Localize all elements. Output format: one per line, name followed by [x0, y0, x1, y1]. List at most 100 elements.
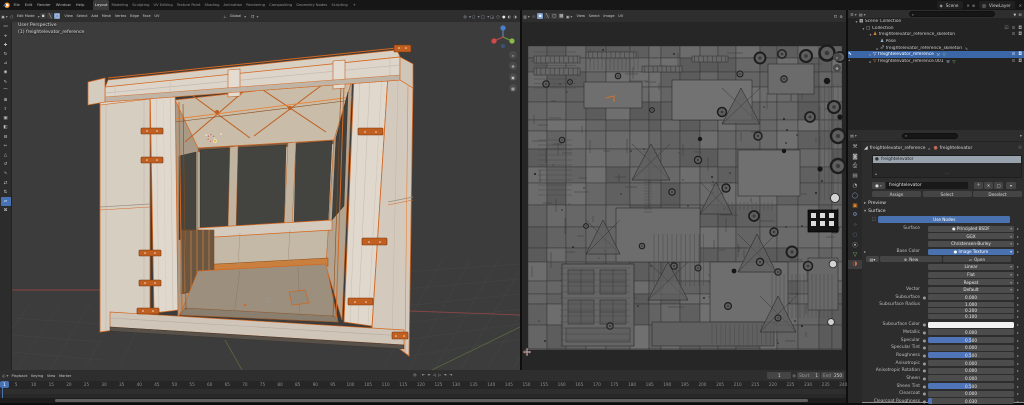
properties-tab-view-layer[interactable]: ▤: [848, 171, 862, 181]
tool-extrude-icon[interactable]: ⇧: [1, 105, 11, 114]
specular-slider[interactable]: 0.500: [928, 337, 1014, 343]
viewport-menu-uv[interactable]: UV: [153, 14, 162, 18]
decorator-arrow-icon[interactable]: ▸: [1017, 322, 1019, 327]
mode-dropdown[interactable]: Edit Mode: [15, 14, 37, 18]
timeline-menu-playback[interactable]: Playback: [10, 374, 30, 378]
timeline-ruler[interactable]: 5101520253035404550556065707580859095100…: [0, 381, 846, 389]
eye-icon[interactable]: ⊙: [1012, 59, 1016, 64]
auto-keying-icon[interactable]: ◎: [412, 372, 418, 377]
properties-tab-scene[interactable]: ◔: [848, 181, 862, 191]
tool-poly-build-icon[interactable]: △: [1, 151, 11, 160]
uv-select-face-button[interactable]: ▢: [551, 13, 557, 20]
properties-tab-world[interactable]: ◯: [848, 191, 862, 201]
browse-material-icon[interactable]: ●▾: [872, 182, 885, 189]
properties-tab-object[interactable]: ▣: [848, 201, 862, 211]
tool-bevel-icon[interactable]: ◧: [1, 124, 11, 133]
linear-dropdown[interactable]: Linear▾: [928, 264, 1014, 270]
animate-dot-icon[interactable]: ●: [923, 345, 927, 350]
fake-user-button[interactable]: ▢: [994, 182, 1003, 189]
navigation-gizmo[interactable]: [490, 24, 516, 50]
snapping-toggle-icon[interactable]: ◻: [471, 14, 477, 19]
tool-measure-icon[interactable]: ⌒: [1, 87, 11, 96]
tool-rotate-icon[interactable]: ↻: [1, 50, 11, 59]
animate-dot-icon[interactable]: ●: [923, 384, 927, 389]
pan-hand-icon[interactable]: ✥: [509, 62, 517, 70]
tool-cursor-icon[interactable]: ⌖: [1, 32, 11, 41]
unlink-material-button[interactable]: ✕: [984, 182, 993, 189]
eye-icon[interactable]: ⊙: [1012, 52, 1016, 57]
properties-tab-material[interactable]: ◑: [848, 260, 862, 270]
decorator-arrow-icon[interactable]: ▸: [1017, 384, 1019, 389]
tab-scripting[interactable]: Scripting: [329, 0, 349, 10]
snap-magnet-icon[interactable]: ℧: [250, 14, 255, 19]
slot-filter-toggle-icon[interactable]: ▴: [875, 171, 877, 176]
outliner-row-freightelevator-reference-skeleton[interactable]: ▸♐freightelevator_reference_skeleton∿: [848, 45, 1024, 52]
deselect-button[interactable]: Deselect: [973, 191, 1022, 197]
decorator-arrow-icon[interactable]: ▸: [1017, 338, 1019, 343]
outliner-display-mode-icon[interactable]: ▤▾: [858, 12, 867, 17]
tab-rendering[interactable]: Rendering: [244, 0, 267, 10]
uv-pan-icon[interactable]: ✥: [833, 64, 841, 72]
camera-icon[interactable]: ◘: [1018, 52, 1022, 57]
tab-compositing[interactable]: Compositing: [267, 0, 294, 10]
tab-uv-editing[interactable]: UV Editing: [151, 0, 174, 10]
uv-sticky-icon[interactable]: ▣▾: [565, 14, 574, 19]
subsurface-color-swatch[interactable]: [928, 322, 1014, 328]
tab-texture-paint[interactable]: Texture Paint: [175, 0, 203, 10]
viewport-menu-mesh[interactable]: Mesh: [100, 14, 113, 18]
subsurface-radius-value-2[interactable]: 0.100: [928, 314, 1014, 319]
properties-tab-tool[interactable]: ⚒: [848, 142, 862, 152]
flat-dropdown[interactable]: Flat▾: [928, 272, 1014, 278]
default-dropdown[interactable]: Default▾: [928, 287, 1014, 293]
decorator-arrow-icon[interactable]: ▸: [1017, 330, 1019, 335]
uv-zoom-in-icon[interactable]: ⌕: [833, 53, 841, 61]
camera-view-icon[interactable]: ▣: [509, 73, 517, 81]
tool-spin-icon[interactable]: ↺: [1, 160, 11, 169]
eye-icon[interactable]: ⊙: [1012, 26, 1016, 31]
anisotropic-rotation-slider[interactable]: 0.000: [928, 368, 1014, 374]
properties-tab-modifiers[interactable]: ⚙: [848, 211, 862, 221]
decorator-arrow-icon[interactable]: ▸: [1017, 264, 1019, 269]
sheen-tint-slider[interactable]: 0.500: [928, 383, 1014, 389]
decorator-arrow-icon[interactable]: ▸: [1017, 302, 1019, 307]
jump-to-end-icon[interactable]: ⇥: [448, 372, 454, 377]
unlink-view-layer-icon[interactable]: ✕: [1019, 3, 1022, 8]
viewport-menu-select[interactable]: Select: [75, 14, 90, 18]
animate-dot-icon[interactable]: ●: [923, 391, 927, 396]
sheen-slider[interactable]: 0.000: [928, 375, 1014, 381]
decorator-arrow-icon[interactable]: ▸: [1017, 249, 1019, 254]
animate-dot-icon[interactable]: ●: [923, 330, 927, 335]
select-mode-edge-button[interactable]: ╲: [47, 13, 53, 20]
menu-edit[interactable]: Edit: [22, 0, 34, 10]
tool-edge-slide-icon[interactable]: ⇄: [1, 179, 11, 188]
decorator-arrow-icon[interactable]: ▸: [1017, 368, 1019, 373]
decorator-arrow-icon[interactable]: ▸: [1017, 226, 1019, 231]
tool-scale-icon[interactable]: ⊿: [1, 59, 11, 68]
select-mode-vertex-button[interactable]: ▪: [40, 13, 46, 20]
outliner-row-pose[interactable]: ♟Pose: [848, 38, 1024, 45]
clearcoat-roughness-slider[interactable]: 0.030: [928, 398, 1014, 404]
uv-editor-type-icon[interactable]: ▥▾: [522, 14, 531, 19]
outliner-row-freightelevator-reference[interactable]: ⬉▸▽freightelevator_reference⚒▽⊙◘: [848, 51, 1024, 58]
animate-dot-icon[interactable]: ●: [923, 376, 927, 381]
shading-rendered-icon[interactable]: ◑: [512, 14, 518, 19]
tool-add-cube-icon[interactable]: ⊞: [1, 96, 11, 105]
tool-inset-icon[interactable]: ▣: [1, 114, 11, 123]
outliner-row-scene-collection[interactable]: ▾▦Scene Collection: [848, 19, 1024, 26]
properties-editor-icon[interactable]: ▤▾: [849, 133, 858, 138]
use-nodes-button[interactable]: Use Nodes: [878, 216, 1010, 222]
subsurface-radius-value-0[interactable]: 1.000: [928, 302, 1014, 307]
uv-menu-view[interactable]: View: [575, 14, 587, 18]
decorator-arrow-icon[interactable]: ▸: [1017, 376, 1019, 381]
decorator-arrow-icon[interactable]: ▸: [1017, 391, 1019, 396]
uv-options-icon[interactable]: ⚙: [838, 14, 844, 19]
perspective-toggle-icon[interactable]: ▦: [509, 84, 517, 92]
tab-sculpting[interactable]: Sculpting: [130, 0, 151, 10]
tool-knife-icon[interactable]: ✂: [1, 142, 11, 151]
camera-icon[interactable]: ◘: [1018, 26, 1022, 31]
christensen-burley-dropdown[interactable]: Christensen-Burley▾: [928, 241, 1014, 247]
outliner-row-freightelevator-reference-skeleton[interactable]: ▾♟freightelevator_reference_skeleton⊙◘: [848, 32, 1024, 39]
scene-selector[interactable]: ◆ Scene: [937, 1, 963, 9]
uv-canvas[interactable]: ⌕ ✥: [522, 22, 846, 370]
image-texture-dropdown[interactable]: ● Image Texture▾: [928, 249, 1014, 255]
